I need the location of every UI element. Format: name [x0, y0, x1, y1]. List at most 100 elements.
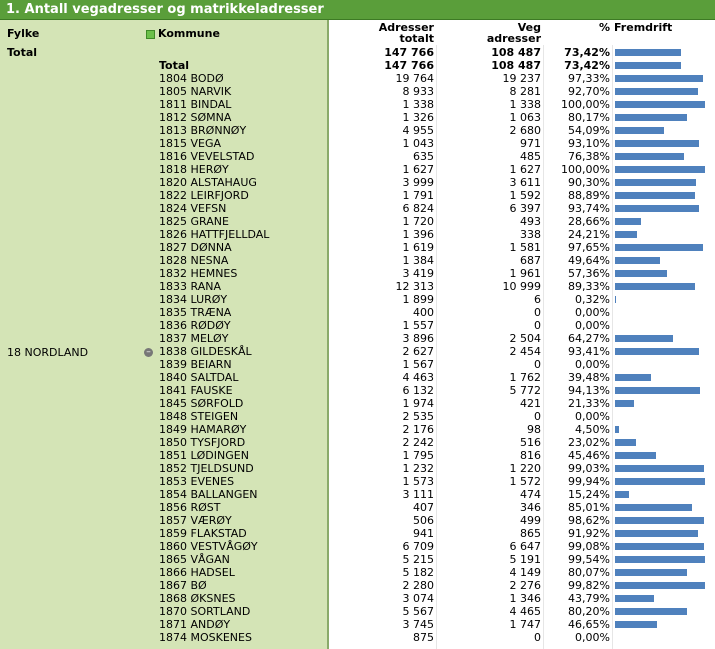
veg-cell: 1 581 [509, 241, 542, 254]
kommune-cell[interactable]: 1867 BØ [159, 579, 207, 592]
kommune-cell[interactable]: 1827 DØNNA [159, 241, 232, 254]
veg-cell: 687 [520, 254, 541, 267]
col-header-kommune[interactable]: Kommune [146, 28, 220, 39]
kommune-cell[interactable]: 1860 VESTVÅGØY [159, 540, 258, 553]
kommune-cell[interactable]: 1832 HEMNES [159, 267, 237, 280]
kommune-cell[interactable]: 1874 MOSKENES [159, 631, 252, 644]
table-row: 1871 ANDØY 3 745 1 747 46,65% [0, 618, 715, 631]
kommune-cell[interactable]: 1822 LEIRFJORD [159, 189, 249, 202]
kommune-cell[interactable]: 1839 BEIARN [159, 358, 232, 371]
progress-bar [615, 140, 699, 147]
kommune-cell[interactable]: 1840 SALTDAL [159, 371, 238, 384]
adresser-cell: 6 709 [402, 540, 435, 553]
kommune-cell[interactable]: 1836 RØDØY [159, 319, 231, 332]
table-row: 1816 VEVELSTAD 635 485 76,38% [0, 150, 715, 163]
progress-bar [615, 270, 667, 277]
table-row: 1870 SORTLAND 5 567 4 465 80,20% [0, 605, 715, 618]
kommune-cell[interactable]: 1854 BALLANGEN [159, 488, 258, 501]
kommune-cell[interactable]: 1850 TYSFJORD [159, 436, 245, 449]
kommune-cell[interactable]: 1834 LURØY [159, 293, 227, 306]
kommune-cell[interactable]: 1849 HAMARØY [159, 423, 246, 436]
kommune-cell[interactable]: 1841 FAUSKE [159, 384, 233, 397]
kommune-cell[interactable]: 1845 SØRFOLD [159, 397, 243, 410]
kommune-cell[interactable]: 1870 SORTLAND [159, 605, 250, 618]
pct-cell: 93,41% [568, 345, 610, 358]
kommune-cell[interactable]: 1835 TRÆNA [159, 306, 231, 319]
table-row: 1841 FAUSKE 6 132 5 772 94,13% [0, 384, 715, 397]
col-header-adresser[interactable]: Adresser totalt [329, 22, 434, 44]
pct-cell: 28,66% [568, 215, 610, 228]
adresser-cell: 2 280 [402, 579, 435, 592]
table-row: 1856 RØST 407 346 85,01% [0, 501, 715, 514]
kommune-cell[interactable]: 1838 GILDESKÅL [159, 345, 252, 358]
grand-total-row: Total 147 766 108 487 73,42% [0, 46, 715, 59]
kommune-cell[interactable]: 1815 VEGA [159, 137, 221, 150]
grand-total-adresser: 147 766 [384, 46, 434, 59]
kommune-cell[interactable]: 1820 ALSTAHAUG [159, 176, 257, 189]
kommune-cell[interactable]: 1871 ANDØY [159, 618, 230, 631]
kommune-cell[interactable]: 1816 VEVELSTAD [159, 150, 254, 163]
kommune-cell[interactable]: 1805 NARVIK [159, 85, 231, 98]
veg-cell: 1 220 [509, 462, 542, 475]
table-title: 1. Antall vegadresser og matrikkeladress… [0, 0, 715, 20]
pct-cell: 85,01% [568, 501, 610, 514]
table-row: 1837 MELØY 3 896 2 504 64,27% [0, 332, 715, 345]
table-row: 1826 HATTFJELLDAL 1 396 338 24,21% [0, 228, 715, 241]
kommune-cell[interactable]: 1859 FLAKSTAD [159, 527, 247, 540]
kommune-cell[interactable]: 1826 HATTFJELLDAL [159, 228, 269, 241]
kommune-cell[interactable]: 1857 VÆRØY [159, 514, 232, 527]
kommune-cell[interactable]: 1824 VEFSN [159, 202, 226, 215]
veg-cell: 4 149 [509, 566, 542, 579]
col-header-adresser-l2: totalt [399, 32, 434, 45]
table-row: 1854 BALLANGEN 3 111 474 15,24% [0, 488, 715, 501]
kommune-cell[interactable]: 1853 EVENES [159, 475, 234, 488]
kommune-cell[interactable]: 1866 HADSEL [159, 566, 235, 579]
progress-bar [615, 231, 637, 238]
kommune-cell[interactable]: 1865 VÅGAN [159, 553, 230, 566]
kommune-cell[interactable]: 1848 STEIGEN [159, 410, 238, 423]
kommune-cell[interactable]: 1868 ØKSNES [159, 592, 236, 605]
table-row: 1836 RØDØY 1 557 0 0,00% [0, 319, 715, 332]
adresser-cell: 1 619 [402, 241, 435, 254]
kommune-cell[interactable]: 1833 RANA [159, 280, 221, 293]
kommune-cell[interactable]: 1851 LØDINGEN [159, 449, 249, 462]
col-header-fylke[interactable]: Fylke [7, 28, 39, 39]
kommune-cell[interactable]: 1812 SØMNA [159, 111, 231, 124]
adresser-cell: 2 627 [402, 345, 435, 358]
kommune-cell[interactable]: 1852 TJELDSUND [159, 462, 254, 475]
kommune-cell[interactable]: 1818 HERØY [159, 163, 229, 176]
progress-bar [615, 621, 657, 628]
grand-total-pct: 73,42% [564, 46, 610, 59]
col-header-pct[interactable]: % [541, 22, 610, 33]
pct-cell: 88,89% [568, 189, 610, 202]
pct-cell: 97,65% [568, 241, 610, 254]
veg-cell: 5 191 [509, 553, 542, 566]
kommune-cell[interactable]: 1828 NESNA [159, 254, 228, 267]
kommune-cell[interactable]: 1825 GRANE [159, 215, 229, 228]
veg-cell: 338 [520, 228, 541, 241]
kommune-cell[interactable]: 1811 BINDAL [159, 98, 231, 111]
veg-cell: 0 [534, 358, 541, 371]
adresser-cell: 5 215 [402, 553, 435, 566]
veg-cell: 1 338 [509, 98, 542, 111]
adresser-cell: 1 396 [402, 228, 435, 241]
adresser-cell: 3 074 [402, 592, 435, 605]
adresser-cell: 12 313 [395, 280, 435, 293]
progress-bar [615, 49, 682, 56]
kommune-cell[interactable]: 1813 BRØNNØY [159, 124, 246, 137]
col-header-fremdrift[interactable]: Fremdrift [614, 22, 672, 33]
pct-cell: 92,70% [568, 85, 610, 98]
col-header-veg[interactable]: Veg adresser [434, 22, 541, 44]
adresser-cell: 1 573 [402, 475, 435, 488]
kommune-cell[interactable]: 1804 BODØ [159, 72, 224, 85]
progress-bar [615, 283, 696, 290]
pct-cell: 46,65% [568, 618, 610, 631]
adresser-cell: 4 955 [402, 124, 435, 137]
progress-bar [615, 244, 703, 251]
adresser-cell: 1 791 [402, 189, 435, 202]
kommune-cell[interactable]: 1837 MELØY [159, 332, 228, 345]
kommune-cell[interactable]: 1856 RØST [159, 501, 221, 514]
table-row: 1812 SØMNA 1 326 1 063 80,17% [0, 111, 715, 124]
table-row: 1860 VESTVÅGØY 6 709 6 647 99,08% [0, 540, 715, 553]
adresser-cell: 1 974 [402, 397, 435, 410]
